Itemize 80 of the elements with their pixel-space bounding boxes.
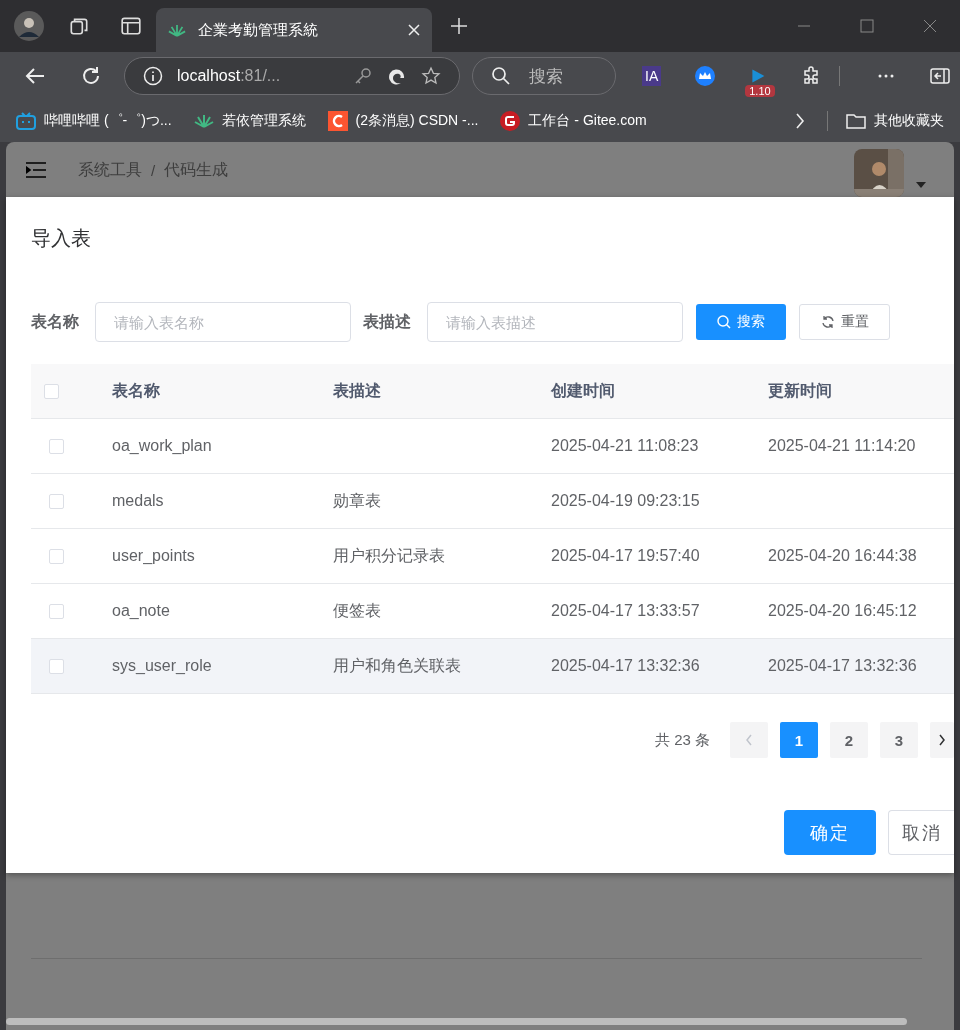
table-row[interactable]: sys_user_role 用户和角色关联表 2025-04-17 13:32:36 2025-04-17 13:32:36 <box>31 639 954 694</box>
table-row[interactable]: oa_work_plan 2025-04-21 11:08:23 2025-04-21 11:14:20 <box>31 419 954 474</box>
star-icon[interactable] <box>421 66 441 86</box>
page-button[interactable]: 2 <box>830 722 868 758</box>
bookmark-folder[interactable]: 其他收藏夹 <box>846 111 944 131</box>
table-cell: 用户积分记录表 <box>333 546 445 564</box>
search-icon <box>491 66 511 86</box>
url-text: localhost:81/... <box>177 67 281 85</box>
column-header: 表描述 <box>333 381 381 399</box>
checkbox[interactable] <box>49 438 64 454</box>
info-icon[interactable] <box>143 66 163 86</box>
new-tab-icon[interactable] <box>450 17 468 35</box>
table-cell: 2025-04-19 09:23:15 <box>551 492 700 509</box>
table-row[interactable]: user_points 用户积分记录表 2025-04-17 19:57:40 2025-04-20 16:44:38 <box>31 529 954 584</box>
close-icon[interactable] <box>923 19 937 33</box>
filter-label: 表描述 <box>363 311 411 332</box>
breadcrumb-separator: / <box>151 161 156 179</box>
checkbox[interactable] <box>49 548 64 564</box>
checkbox[interactable] <box>44 383 59 399</box>
tv-icon <box>16 111 36 131</box>
total-count: 共 23 条 <box>654 730 710 750</box>
filter-label: 表名称 <box>31 311 79 332</box>
profile-avatar[interactable] <box>14 11 44 41</box>
checkbox[interactable] <box>49 658 64 674</box>
next-page-button[interactable] <box>930 722 954 758</box>
column-header: 创建时间 <box>551 381 615 399</box>
table-cell: sys_user_role <box>112 657 212 674</box>
table-cell: 2025-04-20 16:44:38 <box>768 547 917 564</box>
chevron-right-icon <box>938 734 946 746</box>
refresh-icon <box>820 315 835 329</box>
scrollbar[interactable] <box>6 1018 907 1025</box>
table-cell: 2025-04-17 13:32:36 <box>768 657 917 674</box>
key-icon[interactable] <box>353 66 373 86</box>
table-cell: 便签表 <box>333 601 381 619</box>
gitee-icon <box>500 111 521 131</box>
table-cell: 2025-04-21 11:08:23 <box>551 437 699 454</box>
checkbox[interactable] <box>49 603 64 619</box>
table-cell: 2025-04-20 16:45:12 <box>768 602 917 619</box>
folder-icon <box>846 111 866 131</box>
refresh-icon[interactable] <box>80 65 102 87</box>
table-cell: user_points <box>112 547 195 564</box>
table-cell: 勋章表 <box>333 491 381 509</box>
bookmark[interactable]: 若依管理系统 <box>193 111 306 131</box>
table-cell: oa_note <box>112 602 170 619</box>
address-bar[interactable]: localhost:81/... <box>124 57 460 95</box>
chevron-left-icon <box>745 734 753 746</box>
search-icon <box>717 315 731 329</box>
table-row[interactable]: medals 勋章表 2025-04-19 09:23:15 <box>31 474 954 529</box>
input-field[interactable]: 请输入表名称 <box>95 302 351 342</box>
browser-tab[interactable]: 企業考勤管理系統 <box>156 8 432 52</box>
extension-icon[interactable]: IA <box>642 66 662 86</box>
input-field[interactable]: 请输入表描述 <box>427 302 683 342</box>
vertical-tabs-icon[interactable] <box>120 15 142 37</box>
table-cell: 用户和角色关联表 <box>333 656 461 674</box>
column-header: 表名称 <box>112 381 160 399</box>
dialog-title: 导入表 <box>31 226 92 251</box>
bookmark[interactable]: (2条消息) CSDN -... <box>327 111 479 131</box>
extension-badge: 1.10 <box>745 85 775 97</box>
csdn-icon <box>327 111 348 131</box>
leaf-icon <box>168 23 186 37</box>
bookmark[interactable]: 哔哩哔哩 (゜-゜)つ... <box>16 111 172 131</box>
bookmark[interactable]: 工作台 - Gitee.com <box>500 111 647 131</box>
column-header: 更新时间 <box>768 381 832 399</box>
caret-icon[interactable] <box>916 182 926 188</box>
checkbox[interactable] <box>49 493 64 509</box>
browser-logo-icon[interactable] <box>387 66 407 86</box>
reset-button[interactable]: 重置 <box>799 304 890 340</box>
sidebar-icon[interactable] <box>930 66 951 86</box>
tab-title: 企業考勤管理系統 <box>198 20 319 40</box>
crown-icon[interactable] <box>695 66 716 86</box>
chevron-right-icon[interactable] <box>795 113 805 129</box>
table-cell: 2025-04-21 11:14:20 <box>768 437 916 454</box>
table-cell: 2025-04-17 13:32:36 <box>551 657 700 674</box>
cancel-button[interactable]: 取消 <box>888 810 954 855</box>
page-button[interactable]: 3 <box>880 722 918 758</box>
menu-icon[interactable] <box>26 162 46 178</box>
table-cell: 2025-04-17 13:33:57 <box>551 602 700 619</box>
table-cell: medals <box>112 492 164 509</box>
table-cell: oa_work_plan <box>112 437 212 454</box>
table-cell: 2025-04-17 19:57:40 <box>551 547 700 564</box>
